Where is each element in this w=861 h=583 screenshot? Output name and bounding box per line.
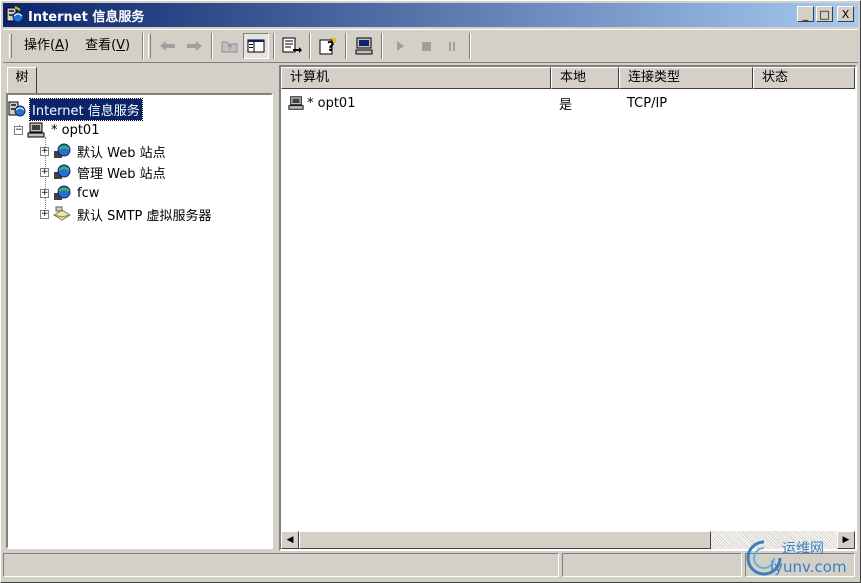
computer-icon bbox=[27, 122, 45, 138]
scrollbar-thumb[interactable] bbox=[299, 531, 711, 549]
watermark-cn: 运维网 bbox=[782, 541, 824, 557]
title-bar[interactable]: Internet 信息服务 _ □ X bbox=[3, 3, 858, 27]
close-button[interactable]: X bbox=[837, 6, 854, 22]
cell-connection-type: TCP/IP bbox=[627, 95, 668, 111]
pause-button[interactable] bbox=[439, 33, 465, 59]
tree-node-label: fcw bbox=[77, 185, 100, 201]
start-button[interactable] bbox=[387, 33, 413, 59]
expand-toggle[interactable]: + bbox=[40, 167, 49, 177]
toolbar-separator bbox=[309, 33, 312, 59]
tree-node-label: 管理 Web 站点 bbox=[77, 166, 166, 182]
toolbar-separator bbox=[211, 33, 214, 59]
column-header-computer[interactable]: 计算机 bbox=[281, 67, 551, 89]
cell-local: 是 bbox=[559, 97, 573, 113]
collapse-toggle[interactable]: − bbox=[14, 125, 23, 135]
show-hide-tree-icon bbox=[247, 39, 265, 53]
toolbar-separator bbox=[345, 33, 348, 59]
cell-computer: * opt01 bbox=[281, 95, 551, 111]
computer-icon bbox=[288, 96, 304, 110]
up-folder-icon bbox=[221, 41, 238, 53]
tree-node-label: 默认 Web 站点 bbox=[77, 145, 166, 161]
toolbar-separator bbox=[273, 33, 276, 59]
web-site-globe-icon bbox=[54, 185, 71, 200]
export-list-icon bbox=[282, 37, 303, 53]
tree-node-web-site[interactable]: + 默认 Web 站点 bbox=[40, 141, 168, 161]
export-list-button[interactable] bbox=[279, 33, 305, 59]
toolbar-separator bbox=[469, 33, 472, 59]
tree-pane[interactable]: Internet 信息服务 − * opt01 + 默认 Web 站点 + 管理… bbox=[6, 93, 273, 549]
connect-computer-button[interactable] bbox=[351, 33, 377, 59]
tree-node-label: 默认 SMTP 虚拟服务器 bbox=[77, 208, 212, 224]
status-segment bbox=[3, 553, 559, 577]
minimize-button[interactable]: _ bbox=[797, 6, 814, 22]
status-bar bbox=[3, 553, 858, 579]
menu-action-suffix: ) bbox=[63, 38, 70, 53]
tree-node-computer[interactable]: − * opt01 bbox=[14, 120, 101, 140]
window-title: Internet 信息服务 bbox=[28, 9, 145, 25]
expand-toggle[interactable]: + bbox=[40, 188, 49, 198]
connect-computer-icon bbox=[355, 37, 373, 55]
list-header: 计算机 本地 连接类型 状态 bbox=[281, 67, 855, 89]
tree-node-label: * opt01 bbox=[51, 122, 100, 138]
results-list-pane[interactable]: 计算机 本地 连接类型 状态 * opt01 是 TCP/IP ◀ ▶ bbox=[279, 65, 857, 551]
start-icon bbox=[397, 41, 405, 51]
up-level-button[interactable] bbox=[217, 33, 243, 59]
web-site-globe-icon bbox=[54, 143, 71, 158]
scroll-left-button[interactable]: ◀ bbox=[281, 531, 299, 549]
smtp-server-icon bbox=[53, 206, 71, 221]
toolbar: 操作(A) 查看(V) ? bbox=[3, 29, 858, 63]
stop-icon bbox=[422, 42, 432, 51]
forward-button[interactable] bbox=[181, 33, 207, 59]
menu-view-label: 查看( bbox=[85, 38, 117, 53]
tab-tree[interactable]: 树 bbox=[7, 67, 37, 93]
toolbar-separator bbox=[381, 33, 384, 59]
tree-node-web-site[interactable]: + 管理 Web 站点 bbox=[40, 162, 168, 182]
help-button[interactable]: ? bbox=[315, 33, 341, 59]
iis-app-icon bbox=[6, 6, 24, 23]
web-site-globe-icon bbox=[54, 164, 71, 179]
forward-arrow-icon bbox=[187, 41, 203, 51]
tree-node-label: Internet 信息服务 bbox=[29, 97, 143, 121]
back-arrow-icon bbox=[160, 41, 176, 51]
expand-toggle[interactable]: + bbox=[40, 146, 49, 156]
status-segment bbox=[562, 553, 742, 577]
show-hide-tree-button[interactable] bbox=[243, 33, 270, 59]
toolbar-separator bbox=[142, 33, 145, 59]
help-icon: ? bbox=[319, 38, 337, 55]
menu-action-key: A bbox=[55, 38, 64, 53]
menu-action-label: 操作( bbox=[24, 38, 56, 53]
tree-node-smtp-server[interactable]: + 默认 SMTP 虚拟服务器 bbox=[40, 204, 214, 224]
cell-computer-text: * opt01 bbox=[307, 95, 356, 111]
pause-icon bbox=[449, 42, 456, 51]
menu-action[interactable]: 操作(A) bbox=[16, 35, 77, 57]
expand-toggle[interactable]: + bbox=[40, 209, 49, 219]
menu-view[interactable]: 查看(V) bbox=[77, 35, 138, 57]
stop-button[interactable] bbox=[413, 33, 439, 59]
menu-view-suffix: ) bbox=[125, 38, 131, 53]
menu-view-key: V bbox=[116, 38, 126, 53]
toolbar-grip[interactable] bbox=[148, 34, 152, 58]
tree-node-iis-root[interactable]: Internet 信息服务 bbox=[8, 97, 143, 121]
table-row[interactable]: * opt01 是 TCP/IP bbox=[281, 93, 855, 113]
column-header-local[interactable]: 本地 bbox=[551, 67, 619, 89]
back-button[interactable] bbox=[155, 33, 181, 59]
mmc-window: Internet 信息服务 _ □ X 操作(A) 查看(V) ? 树 Inte… bbox=[0, 0, 861, 583]
column-header-connection-type[interactable]: 连接类型 bbox=[619, 67, 753, 89]
iis-icon bbox=[8, 101, 26, 117]
svg-text:?: ? bbox=[327, 40, 335, 55]
watermark-en: iyunv.com bbox=[770, 558, 847, 576]
watermark: 运维网 iyunv.com bbox=[744, 536, 854, 580]
tree-node-web-site[interactable]: + fcw bbox=[40, 183, 101, 203]
toolbar-grip[interactable] bbox=[9, 34, 12, 58]
column-header-status[interactable]: 状态 bbox=[753, 67, 855, 89]
tree-tab-strip: 树 bbox=[3, 65, 275, 95]
maximize-button[interactable]: □ bbox=[816, 6, 833, 22]
